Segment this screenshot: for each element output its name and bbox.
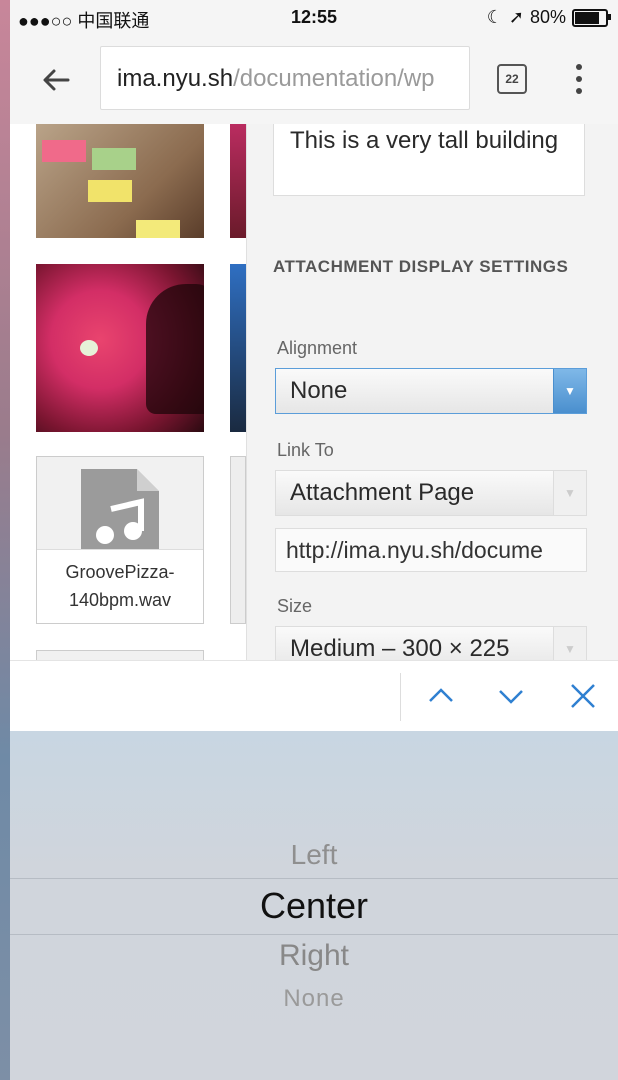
- page-content: GroovePizza-140bpm.wav This is a very ta…: [10, 124, 618, 660]
- alignment-picker-wheel[interactable]: Left Center Right None: [10, 731, 618, 1080]
- moon-icon: ☾: [486, 7, 503, 27]
- url-bar[interactable]: ima.nyu.sh/documentation/wp: [100, 46, 470, 110]
- attachment-details-panel: This is a very tall building ATTACHMENT …: [246, 124, 618, 660]
- picker-toolbar: [10, 660, 618, 731]
- browser-toolbar: ima.nyu.sh/documentation/wp 22: [10, 36, 618, 125]
- status-bar: ●●●○○ 中国联通 12:55 ☾ ➚ 80%: [10, 0, 618, 36]
- screen: ●●●○○ 中国联通 12:55 ☾ ➚ 80% ima.nyu.sh/docu…: [0, 0, 618, 1080]
- link-to-select[interactable]: Attachment Page ▼: [275, 470, 587, 516]
- link-to-value: Attachment Page: [290, 479, 475, 506]
- link-to-label: Link To: [277, 440, 334, 460]
- battery-percent: 80%: [529, 7, 566, 27]
- media-grid: GroovePizza-140bpm.wav: [10, 124, 246, 660]
- chevron-down-icon[interactable]: [494, 679, 528, 713]
- status-right: ☾ ➚ 80%: [486, 7, 611, 28]
- picker-option-none[interactable]: None: [10, 985, 618, 1013]
- media-thumbnail-partial[interactable]: [230, 456, 246, 624]
- background-edge: [0, 0, 10, 1080]
- overflow-menu-icon[interactable]: [576, 64, 584, 94]
- dropdown-arrow-icon: ▼: [553, 369, 586, 413]
- size-label: Size: [277, 596, 313, 616]
- media-thumbnail-laptop[interactable]: [36, 264, 204, 432]
- media-thumbnail-partial[interactable]: [36, 650, 204, 660]
- media-file-tile[interactable]: GroovePizza-140bpm.wav: [36, 456, 204, 624]
- alignment-label: Alignment: [277, 338, 358, 358]
- battery-icon: [572, 8, 611, 27]
- url-host: ima.nyu.sh: [117, 65, 234, 92]
- size-value: Medium – 300 × 225: [290, 635, 510, 660]
- back-arrow-icon[interactable]: [38, 62, 74, 98]
- location-arrow-icon: ➚: [508, 7, 524, 27]
- audio-file-icon: [81, 469, 159, 555]
- close-icon[interactable]: [566, 679, 600, 713]
- file-name-label: GroovePizza-140bpm.wav: [37, 549, 203, 623]
- battery-fill: [575, 11, 599, 24]
- section-title: ATTACHMENT DISPLAY SETTINGS: [273, 257, 569, 276]
- media-thumbnail-notes[interactable]: [36, 124, 204, 238]
- alignment-select[interactable]: None ▼: [275, 368, 587, 414]
- alignment-value: None: [290, 377, 348, 404]
- picker-option-right[interactable]: Right: [10, 939, 618, 973]
- chevron-up-icon[interactable]: [424, 679, 458, 713]
- media-thumbnail-partial[interactable]: [230, 264, 246, 432]
- picker-option-left[interactable]: Left: [10, 839, 618, 871]
- tab-switcher-button[interactable]: 22: [497, 64, 527, 94]
- dropdown-arrow-icon: ▼: [553, 627, 586, 660]
- caption-textarea[interactable]: This is a very tall building: [273, 124, 585, 196]
- url-path: /documentation/wp: [233, 65, 435, 92]
- size-select[interactable]: Medium – 300 × 225 ▼: [275, 626, 587, 660]
- link-url-input[interactable]: http://ima.nyu.sh/docume: [275, 528, 587, 572]
- media-thumbnail-partial[interactable]: [230, 124, 246, 238]
- picker-option-center[interactable]: Center: [10, 885, 618, 927]
- dropdown-arrow-icon: ▼: [553, 471, 586, 515]
